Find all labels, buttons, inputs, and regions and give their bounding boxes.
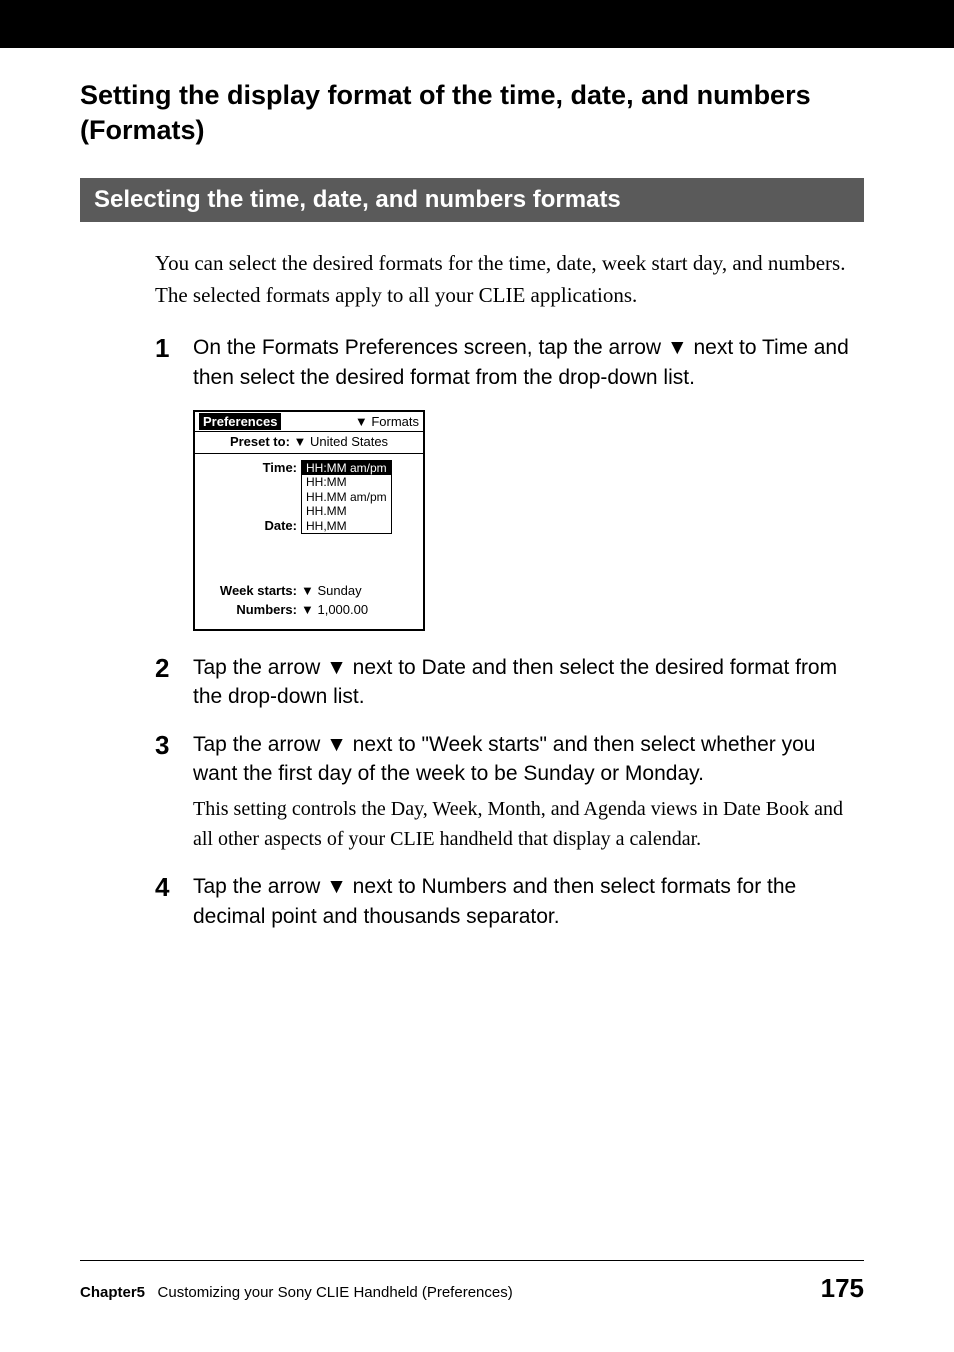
ss-time-opt: HH,MM	[302, 519, 391, 533]
ss-date-label: Date:	[201, 488, 301, 533]
ss-time-opt-selected: HH:MM am/pm	[302, 461, 391, 475]
intro-paragraph: You can select the desired formats for t…	[155, 248, 864, 311]
step-2: 2 Tap the arrow ▼ next to Date and then …	[155, 653, 864, 712]
ss-preset-value: ▼ United States	[294, 434, 389, 449]
ss-time-opt: HH.MM	[302, 504, 391, 518]
step-1: 1 On the Formats Preferences screen, tap…	[155, 333, 864, 392]
step-number: 3	[155, 730, 193, 855]
sub-heading: Selecting the time, date, and numbers fo…	[80, 178, 864, 222]
step-number: 1	[155, 333, 193, 392]
ss-numbers-value: ▼ 1,000.00	[301, 602, 368, 617]
ss-time-opt: HH:MM	[302, 475, 391, 489]
step-3: 3 Tap the arrow ▼ next to "Week starts" …	[155, 730, 864, 855]
ss-time-opt: HH.MM am/pm	[302, 490, 391, 504]
step-instruction: Tap the arrow ▼ next to Numbers and then…	[193, 872, 864, 931]
ss-weekstarts-label: Week starts:	[201, 583, 301, 598]
page-content: Setting the display format of the time, …	[0, 48, 954, 931]
step-instruction: On the Formats Preferences screen, tap t…	[193, 333, 864, 392]
ss-numbers-label: Numbers:	[201, 602, 301, 617]
page-footer: Chapter5 Customizing your Sony CLIE Hand…	[80, 1260, 864, 1304]
ss-title: Preferences	[199, 413, 281, 430]
step-instruction: Tap the arrow ▼ next to "Week starts" an…	[193, 730, 864, 789]
step-instruction: Tap the arrow ▼ next to Date and then se…	[193, 653, 864, 712]
top-black-bar	[0, 0, 954, 48]
step-number: 4	[155, 872, 193, 931]
footer-chapter: Chapter5	[80, 1284, 145, 1301]
step-detail: This setting controls the Day, Week, Mon…	[193, 794, 864, 854]
main-heading: Setting the display format of the time, …	[80, 78, 864, 148]
ss-weekstarts-value: ▼ Sunday	[301, 583, 362, 598]
ss-time-dropdown: HH:MM am/pm HH:MM HH.MM am/pm HH.MM HH,M…	[301, 460, 392, 534]
ss-preset-label: Preset to:	[230, 434, 290, 449]
step-number: 2	[155, 653, 193, 712]
page-number: 175	[821, 1273, 864, 1304]
ss-time-label: Time:	[201, 460, 301, 475]
preferences-screenshot: Preferences ▼ Formats Preset to: ▼ Unite…	[193, 410, 864, 631]
step-4: 4 Tap the arrow ▼ next to Numbers and th…	[155, 872, 864, 931]
footer-chapter-text: Customizing your Sony CLIE Handheld (Pre…	[158, 1284, 513, 1301]
ss-preset-row: Preset to: ▼ United States	[195, 432, 423, 454]
ss-menu: ▼ Formats	[355, 414, 419, 429]
